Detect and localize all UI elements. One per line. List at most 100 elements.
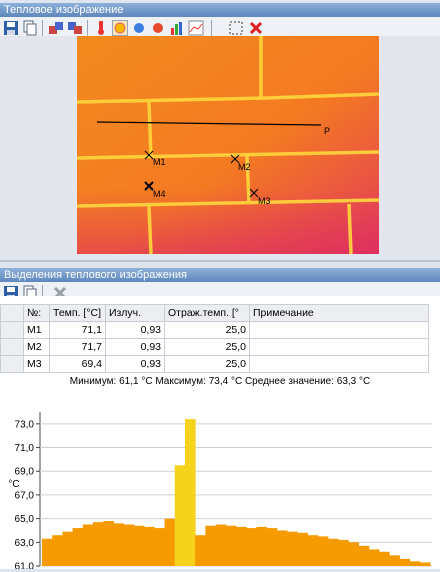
marker-label-m1: M1: [153, 157, 166, 167]
panel-divider: [0, 260, 440, 262]
profile-bar: [184, 419, 196, 566]
profile-bar: [256, 526, 268, 566]
table-header-row: №: Темп. [°C] Излуч. Отраж.темп. [° Прим…: [0, 304, 429, 322]
y-tick-label: 61,0: [15, 562, 35, 570]
selection-panel-title-text: Выделения теплового изображения: [4, 269, 187, 281]
profile-bar: [52, 535, 63, 566]
selection-table: №: Темп. [°C] Излуч. Отраж.темп. [° Прим…: [0, 304, 429, 373]
profile-chart-icon[interactable]: [188, 20, 204, 36]
profile-bar: [154, 528, 166, 566]
profile-chart-area: 73,0 71,0 69,0 67,0 65,0 63,0 61,0 °C: [0, 390, 440, 572]
rotate-left-icon[interactable]: [48, 20, 64, 36]
profile-chart: 73,0 71,0 69,0 67,0 65,0 63,0 61,0 °C: [8, 412, 432, 572]
rotate-right-icon[interactable]: [67, 20, 83, 36]
profile-bar: [246, 528, 257, 566]
cell-reflected-temp: 25,0: [164, 355, 250, 373]
y-axis-label: °C: [8, 479, 19, 490]
marker-m4[interactable]: [144, 181, 154, 191]
marker-m3[interactable]: [249, 188, 259, 198]
cell-number: M1: [23, 321, 50, 339]
cell-number: M2: [23, 338, 50, 356]
thermal-panel-title-text: Тепловое изображение: [4, 4, 124, 16]
thermal-panel-title: Тепловое изображение: [0, 3, 440, 17]
profile-bar: [327, 538, 339, 566]
marker-m1[interactable]: [144, 150, 154, 160]
profile-bar: [266, 528, 278, 566]
profile-bar: [297, 532, 308, 566]
profile-bar: [399, 558, 411, 566]
col-note[interactable]: Примечание: [249, 304, 429, 322]
profile-bar: [82, 524, 94, 566]
y-tick-label: 69,0: [15, 467, 35, 478]
profile-bar: [123, 524, 135, 566]
thermal-image[interactable]: P M1 M2 M3 M4: [77, 36, 379, 254]
cell-temperature: 69,4: [49, 355, 106, 373]
profile-bar: [62, 531, 74, 566]
profile-bar: [113, 523, 125, 566]
cell-note[interactable]: [249, 321, 429, 339]
cell-note[interactable]: [249, 338, 429, 356]
profile-bar: [225, 525, 237, 566]
table-row[interactable]: M3 69,4 0,93 25,0: [0, 355, 429, 373]
profile-bar: [348, 542, 360, 566]
y-tick-label: 71,0: [15, 443, 35, 454]
toolbar-separator: [211, 20, 212, 36]
profile-bar: [42, 538, 53, 566]
profile-bar: [389, 555, 400, 566]
copy-icon[interactable]: [22, 20, 38, 36]
marker-label-m2: M2: [238, 162, 251, 172]
select-area-icon[interactable]: [228, 20, 244, 36]
col-emissivity[interactable]: Излуч.: [105, 304, 165, 322]
row-selector[interactable]: [0, 321, 24, 339]
cell-reflected-temp: 25,0: [164, 338, 250, 356]
profile-bar: [307, 535, 319, 566]
profile-bar: [368, 549, 380, 566]
profile-bar: [236, 526, 247, 566]
profile-bar: [317, 536, 329, 566]
profile-bar: [195, 535, 206, 566]
cell-emissivity: 0,93: [105, 355, 165, 373]
profile-bar: [378, 551, 390, 566]
y-tick-label: 73,0: [15, 419, 35, 430]
col-reflected-temp[interactable]: Отраж.темп. [°: [164, 304, 250, 322]
profile-bar: [358, 545, 370, 566]
measure-line[interactable]: [96, 121, 322, 126]
histogram-icon[interactable]: [169, 20, 185, 36]
profile-bar: [276, 530, 288, 566]
cell-number: M3: [23, 355, 50, 373]
thermometer-icon[interactable]: [93, 20, 109, 36]
table-row[interactable]: M2 71,7 0,93 25,0: [0, 338, 429, 356]
toolbar-separator: [87, 20, 88, 36]
profile-bar: [133, 525, 145, 566]
selection-panel-title: Выделения теплового изображения: [0, 268, 440, 282]
row-selector[interactable]: [0, 338, 24, 356]
row-selector[interactable]: [0, 355, 24, 373]
cell-emissivity: 0,93: [105, 321, 165, 339]
marker-label-m3: M3: [258, 196, 271, 206]
profile-bar: [338, 539, 349, 566]
cell-note[interactable]: [249, 355, 429, 373]
save-icon[interactable]: [3, 20, 19, 36]
profile-bar: [409, 561, 421, 566]
profile-bar: [174, 465, 186, 566]
spot-red-icon[interactable]: [150, 20, 166, 36]
cell-temperature: 71,1: [49, 321, 106, 339]
hot-spot-icon[interactable]: [112, 20, 128, 36]
col-number[interactable]: №:: [23, 304, 50, 322]
cell-emissivity: 0,93: [105, 338, 165, 356]
toolbar-separator: [42, 20, 43, 36]
cold-spot-icon[interactable]: [131, 20, 147, 36]
y-tick-label: 63,0: [15, 538, 35, 549]
row-selector-header: [0, 304, 24, 322]
delete-icon[interactable]: [248, 20, 264, 36]
profile-bar: [93, 522, 104, 566]
table-row[interactable]: M1 71,1 0,93 25,0: [0, 321, 429, 339]
profile-bar: [164, 518, 176, 566]
cell-temperature: 71,7: [49, 338, 106, 356]
y-tick-label: 65,0: [15, 514, 35, 525]
profile-bar: [419, 562, 431, 566]
marker-label-m4: M4: [153, 189, 166, 199]
profile-bar: [72, 528, 84, 566]
col-temperature[interactable]: Темп. [°C]: [49, 304, 106, 322]
marker-label-p: P: [324, 126, 331, 136]
